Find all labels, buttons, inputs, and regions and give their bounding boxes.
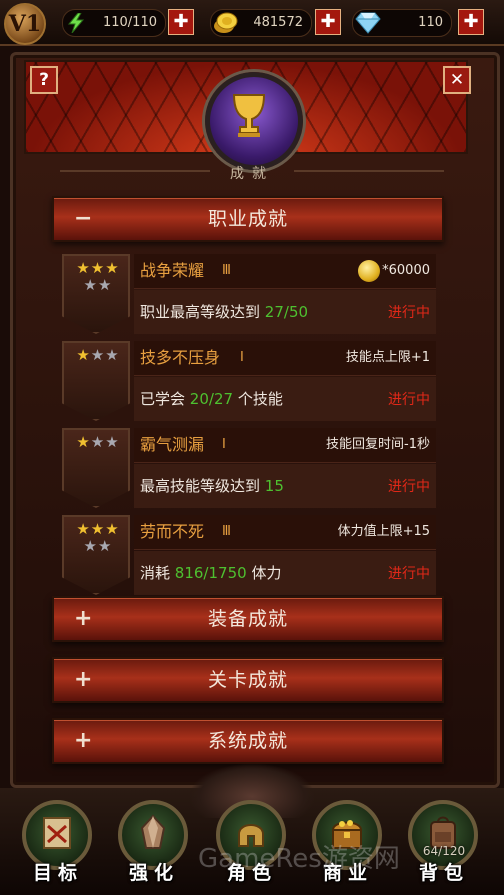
achievement-status: 进行中	[388, 479, 430, 495]
crystal-icon	[140, 814, 166, 849]
close-button[interactable]: ✕	[443, 66, 471, 94]
achievement-reward: *60000	[358, 254, 430, 288]
achievement-progress: 15	[264, 477, 284, 495]
achievement-name: 霸气测漏	[140, 435, 205, 454]
nav-label: 目标	[32, 862, 83, 884]
page-title: 成就	[230, 166, 274, 182]
category-label: 职业成就	[207, 208, 288, 230]
achievement-item[interactable]: ★★★ ★★ 劳而不死 Ⅲ 体力值上限+15 消耗 816/1750 体力 进行…	[62, 515, 438, 599]
energy-counter: 110/110	[62, 9, 166, 37]
achievement-badge: ★★★	[62, 428, 130, 508]
diamond-value: 110	[418, 15, 443, 30]
achievement-emblem	[205, 72, 303, 170]
energy-value: 110/110	[102, 15, 157, 30]
nav-enhance-button[interactable]: 强化	[114, 800, 194, 884]
achievement-status: 进行中	[388, 566, 430, 582]
achievement-item[interactable]: ★★★ ★★ 战争荣耀 Ⅲ *60000 职业最高等级达到 27/50 进行中	[62, 254, 438, 338]
silver-stars: ★★	[90, 346, 120, 364]
star-rating: ★★★ ★★	[64, 520, 130, 555]
category-equipment-achievements[interactable]: + 装备成就	[52, 596, 444, 642]
nav-label: 强化	[128, 862, 179, 884]
lightning-icon	[67, 13, 85, 33]
category-label: 装备成就	[207, 608, 288, 630]
achievement-reward: 技能点上限+1	[345, 350, 430, 365]
category-stage-achievements[interactable]: + 关卡成就	[52, 657, 444, 703]
diamond-icon	[355, 12, 381, 34]
silver-stars: ★★	[90, 433, 120, 451]
achievement-badge: ★★★ ★★	[62, 515, 130, 595]
gold-stars: ★	[76, 433, 91, 451]
achievement-name: 技多不压身	[140, 348, 221, 367]
category-class-achievements[interactable]: − 职业成就	[52, 196, 444, 242]
gold-coin-icon	[358, 259, 381, 282]
category-label: 系统成就	[207, 730, 288, 752]
vip-badge[interactable]: V1	[4, 3, 46, 45]
achievement-tier: Ⅲ	[222, 524, 231, 539]
achievement-progress: 27/50	[264, 303, 309, 321]
map-scroll-icon	[43, 817, 71, 849]
vip-level: V1	[8, 11, 42, 37]
achievement-progress: 20/27	[189, 390, 234, 408]
achievement-status: 进行中	[388, 392, 430, 408]
gold-stars: ★★★	[76, 520, 120, 538]
achievement-name: 战争荣耀	[140, 261, 205, 280]
achievement-item[interactable]: ★★★ 霸气测漏 Ⅰ 技能回复时间-1秒 最高技能等级达到 15 进行中	[62, 428, 438, 512]
achievement-tier: Ⅰ	[240, 350, 244, 365]
achievement-progress: 816/1750	[174, 564, 247, 582]
help-button[interactable]: ?	[30, 66, 58, 94]
backpack-capacity: 64/120	[422, 844, 466, 858]
achievement-description: 最高技能等级达到 15	[140, 477, 284, 495]
gold-value: 481572	[253, 15, 303, 30]
achievement-item[interactable]: ★★★ 技多不压身 Ⅰ 技能点上限+1 已学会 20/27 个技能 进行中	[62, 341, 438, 425]
achievement-name: 劳而不死	[140, 522, 205, 541]
achievement-status: 进行中	[388, 305, 430, 321]
gold-stars: ★★★	[76, 259, 120, 277]
watermark: GameRes游资网	[198, 844, 400, 874]
category-label: 关卡成就	[207, 669, 288, 691]
star-rating: ★★★	[64, 433, 130, 451]
achievement-badge: ★★★	[62, 341, 130, 421]
star-rating: ★★★ ★★	[64, 259, 130, 294]
gold-stars: ★	[76, 346, 91, 364]
achievement-description: 已学会 20/27 个技能	[140, 390, 283, 408]
nav-goals-button[interactable]: 目标	[18, 800, 98, 884]
silver-stars: ★★	[83, 537, 113, 555]
achievement-tier: Ⅰ	[222, 437, 226, 452]
achievement-reward: 体力值上限+15	[337, 524, 430, 539]
gold-counter: 481572	[210, 9, 312, 37]
achievement-reward: 技能回复时间-1秒	[326, 437, 430, 452]
gold-coins-icon	[214, 12, 238, 33]
star-rating: ★★★	[64, 346, 130, 364]
trophy-chalice-icon	[232, 94, 266, 137]
achievement-description: 职业最高等级达到 27/50	[140, 303, 309, 321]
add-diamond-button[interactable]: ✚	[458, 9, 484, 35]
nav-backpack-button[interactable]: 64/120 背包	[404, 800, 484, 884]
diamond-counter: 110	[352, 9, 452, 37]
add-gold-button[interactable]: ✚	[315, 9, 341, 35]
achievement-description: 消耗 816/1750 体力	[140, 564, 282, 582]
status-bar: V1 110/110 ✚ 481572 ✚ 110 ✚	[0, 0, 504, 46]
nav-label: 背包	[418, 862, 469, 884]
achievement-tier: Ⅲ	[222, 263, 231, 278]
silver-stars: ★★	[83, 276, 113, 294]
add-energy-button[interactable]: ✚	[168, 9, 194, 35]
category-system-achievements[interactable]: + 系统成就	[52, 718, 444, 764]
achievement-badge: ★★★ ★★	[62, 254, 130, 334]
